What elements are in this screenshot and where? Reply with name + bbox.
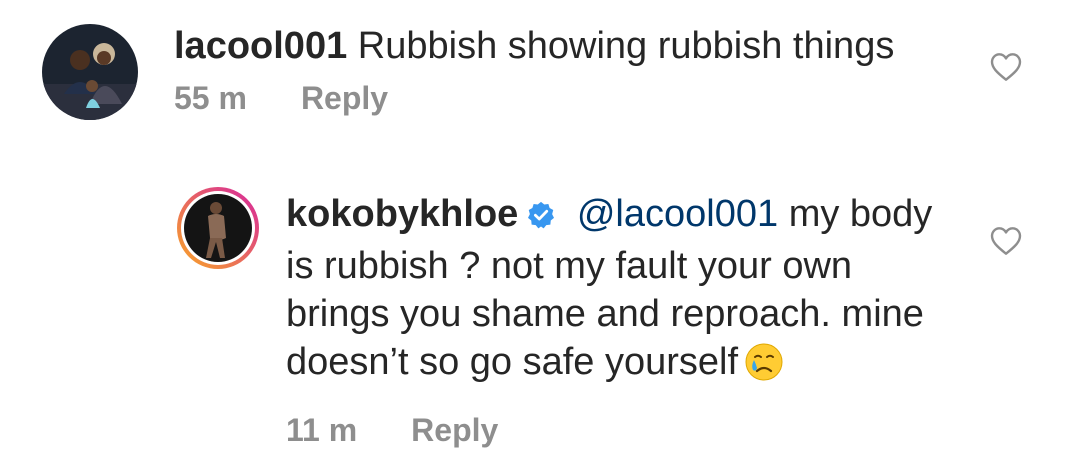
mention-link[interactable]: @lacool001	[577, 193, 778, 235]
heart-outline-icon[interactable]	[990, 226, 1022, 261]
comment-text: Rubbish showing rubbish things	[357, 25, 895, 67]
reply-text-block: kokobykhloe @lacool001 my body is rubbis…	[286, 190, 932, 394]
reply-time: 11 m	[286, 412, 358, 448]
comment-time: 55 m	[174, 80, 247, 116]
reply-text-line-2: is rubbish ? not my fault your own	[286, 245, 853, 287]
reply-text-line-3: brings you shame and reproach. mine	[286, 293, 924, 335]
family-photo-avatar-image	[42, 24, 138, 120]
reply-meta: 11 m Reply	[286, 412, 932, 449]
crying-face-emoji-icon	[744, 342, 784, 394]
reply-text-line-1: my body	[788, 193, 933, 235]
username-lacool001[interactable]: lacool001	[174, 25, 347, 67]
username-kokobykhloe[interactable]: kokobykhloe	[286, 193, 518, 235]
comment-text-block: lacool001 Rubbish showing rubbish things	[174, 22, 894, 70]
reply-text-line-4: doesn’t so go safe yourself	[286, 341, 739, 383]
avatar-lacool001[interactable]	[42, 24, 138, 120]
comment-lacool001: lacool001 Rubbish showing rubbish things…	[42, 24, 894, 120]
story-ring-avatar-image	[177, 187, 259, 269]
reply-button[interactable]: Reply	[301, 80, 388, 117]
heart-outline-icon[interactable]	[990, 52, 1022, 87]
verified-badge-icon	[526, 194, 556, 242]
comment-meta: 55 m Reply	[174, 80, 894, 117]
reply-button[interactable]: Reply	[411, 412, 498, 449]
comment-kokobykhloe: kokobykhloe @lacool001 my body is rubbis…	[176, 186, 932, 449]
avatar-kokobykhloe[interactable]	[176, 186, 260, 270]
